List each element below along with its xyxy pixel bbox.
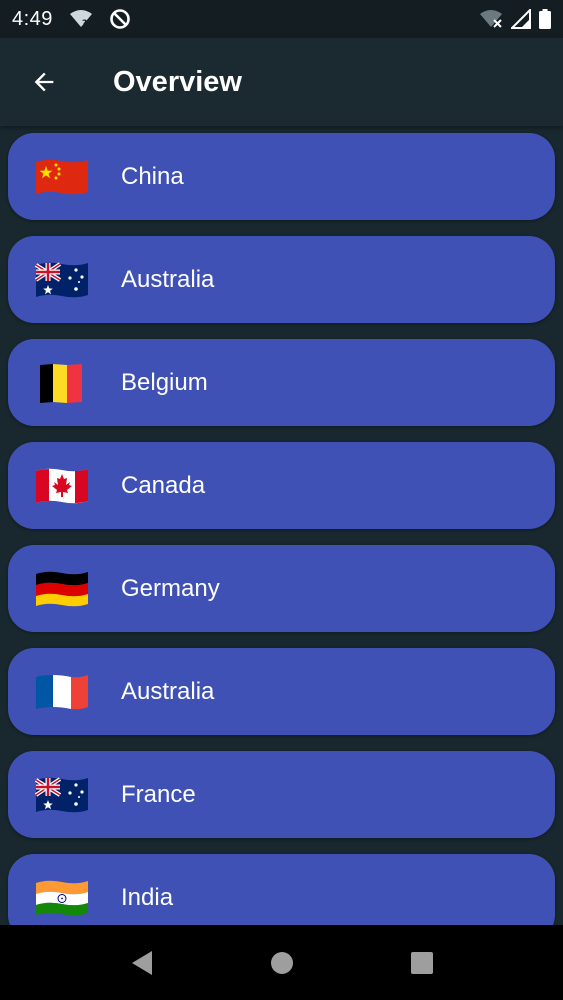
australia-flag-icon bbox=[34, 774, 90, 816]
signal-icon bbox=[511, 9, 531, 29]
country-card[interactable]: Belgium bbox=[8, 339, 555, 426]
country-name: Canada bbox=[121, 471, 206, 499]
country-list[interactable]: China Australia Belgium Canada Germany A… bbox=[0, 126, 563, 925]
country-card[interactable]: India bbox=[8, 854, 555, 925]
status-time: 4:49 bbox=[12, 7, 53, 30]
back-button[interactable] bbox=[0, 38, 88, 126]
country-name: France bbox=[121, 780, 196, 808]
page-title: Overview bbox=[113, 65, 242, 98]
australia-flag-icon bbox=[34, 259, 90, 301]
wifi-off-icon bbox=[479, 9, 503, 29]
status-right bbox=[479, 9, 551, 29]
country-card[interactable]: Australia bbox=[8, 648, 555, 735]
germany-flag-icon bbox=[34, 568, 90, 610]
country-name: Australia bbox=[121, 677, 215, 705]
nav-recents-button[interactable] bbox=[352, 925, 492, 1000]
back-triangle-icon bbox=[131, 950, 152, 975]
canada-flag-icon bbox=[34, 465, 90, 507]
home-circle-icon bbox=[270, 951, 293, 974]
country-card[interactable]: Germany bbox=[8, 545, 555, 632]
belgium-flag-icon bbox=[34, 362, 90, 404]
country-name: India bbox=[121, 883, 174, 911]
country-name: Australia bbox=[121, 265, 215, 293]
battery-icon bbox=[539, 9, 551, 29]
india-flag-icon bbox=[34, 877, 90, 919]
status-left: 4:49 ? bbox=[12, 8, 131, 31]
arrow-back-icon bbox=[34, 72, 54, 92]
france-flag-icon bbox=[34, 671, 90, 713]
country-name: Germany bbox=[121, 574, 220, 602]
status-bar: 4:49 ? bbox=[0, 0, 563, 38]
nav-back-button[interactable] bbox=[72, 925, 212, 1000]
no-disturb-icon bbox=[109, 8, 131, 30]
navigation-bar bbox=[0, 925, 563, 1000]
svg-text:?: ? bbox=[82, 19, 87, 29]
recents-square-icon bbox=[410, 951, 433, 974]
wifi-unknown-icon: ? bbox=[69, 9, 93, 29]
country-card[interactable]: Australia bbox=[8, 236, 555, 323]
app-bar: Overview bbox=[0, 38, 563, 126]
country-name: China bbox=[121, 162, 184, 190]
country-card[interactable]: Canada bbox=[8, 442, 555, 529]
country-card[interactable]: France bbox=[8, 751, 555, 838]
nav-home-button[interactable] bbox=[212, 925, 352, 1000]
china-flag-icon bbox=[34, 156, 90, 198]
country-card[interactable]: China bbox=[8, 133, 555, 220]
country-name: Belgium bbox=[121, 368, 208, 396]
